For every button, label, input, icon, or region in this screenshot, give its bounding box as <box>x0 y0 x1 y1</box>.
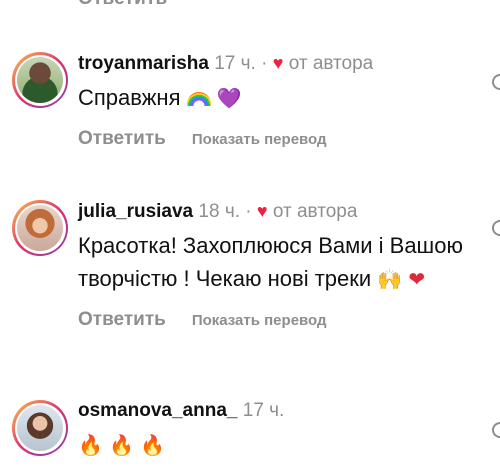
red-heart-icon: ❤ <box>408 267 426 291</box>
comment-text: Справжня 💜 <box>78 85 242 110</box>
author-liked-heart-icon: ♥ <box>272 53 284 73</box>
reply-button[interactable]: Ответить <box>78 128 166 150</box>
rainbow-icon <box>186 92 211 107</box>
raised-hands-icon: 🙌 <box>377 267 403 291</box>
like-heart-icon[interactable] <box>492 220 500 236</box>
purple-heart-icon: 💜 <box>216 86 242 110</box>
comment-text: Красотка! Захоплююся Вами і Вашою творчі… <box>78 233 463 291</box>
separator-dot: · <box>245 201 252 222</box>
reply-link-partial[interactable]: Ответить <box>78 0 167 10</box>
avatar[interactable] <box>12 200 68 256</box>
by-author-label: от автора <box>288 53 374 74</box>
fire-icon: 🔥 <box>109 433 134 457</box>
like-heart-icon[interactable] <box>492 422 500 438</box>
comment-text: 🔥 🔥 🔥 <box>78 428 480 462</box>
username[interactable]: osmanova_anna_ <box>78 400 237 421</box>
like-heart-icon[interactable] <box>492 74 500 90</box>
username[interactable]: troyanmarisha <box>78 53 209 74</box>
fire-icon: 🔥 <box>78 433 103 457</box>
avatar[interactable] <box>12 400 68 456</box>
separator-dot: · <box>261 53 268 74</box>
fire-icon: 🔥 <box>140 433 165 457</box>
show-translation-button[interactable]: Показать перевод <box>192 312 327 329</box>
comment-meta: julia_rusiava 18 ч. · ♥ от автора <box>78 198 480 225</box>
timestamp: 18 ч. <box>198 201 240 222</box>
reply-button[interactable]: Ответить <box>78 309 166 331</box>
author-liked-heart-icon: ♥ <box>256 201 268 221</box>
by-author-label: от автора <box>272 201 358 222</box>
username[interactable]: julia_rusiava <box>78 201 193 222</box>
comment-meta: osmanova_anna_ 17 ч. <box>78 398 480 424</box>
comment-meta: troyanmarisha 17 ч. · ♥ от автора <box>78 50 480 77</box>
avatar[interactable] <box>12 52 68 108</box>
timestamp: 17 ч. <box>214 53 256 74</box>
show-translation-button[interactable]: Показать перевод <box>192 131 327 148</box>
timestamp: 17 ч. <box>242 400 285 421</box>
